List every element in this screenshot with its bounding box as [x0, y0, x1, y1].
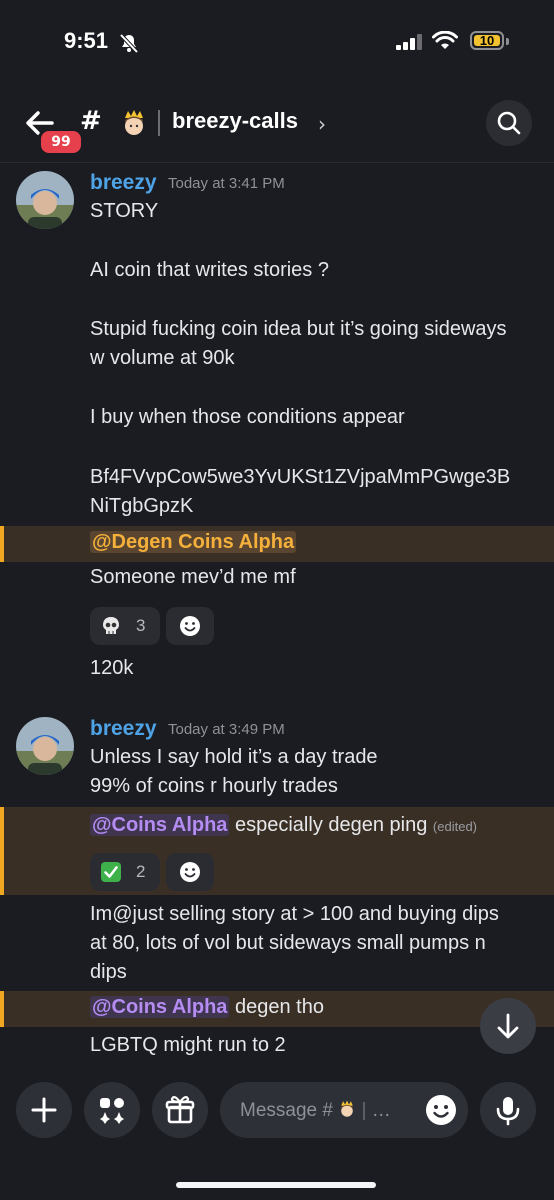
home-indicator[interactable]	[176, 1182, 376, 1188]
channel-header: 99 # breezy-calls ›	[0, 86, 554, 163]
message-line: Someone mev’d me mf	[90, 566, 296, 588]
arrow-down-icon	[497, 1013, 519, 1039]
role-mention[interactable]: @Coins Alpha	[90, 814, 230, 836]
wifi-icon	[432, 31, 458, 49]
message-composer: Message # | …	[0, 1068, 554, 1200]
mention-highlight: @Degen Coins Alpha	[0, 526, 554, 562]
cellular-signal-icon	[396, 34, 422, 50]
message-line: at 80, lots of vol but sideways small pu…	[90, 932, 486, 954]
voice-message-button[interactable]	[480, 1082, 536, 1138]
contract-address-line: Bf4FVvpCow5we3YvUKSt1ZVjpaMmPGwge3B	[90, 466, 511, 488]
message-line: I buy when those conditions appear	[90, 406, 405, 428]
message-line: 99% of coins r hourly trades	[90, 775, 338, 797]
channel-name[interactable]: breezy-calls	[172, 108, 298, 134]
message-line: AI coin that writes stories ?	[90, 259, 329, 281]
smiley-plus-icon	[180, 616, 200, 636]
search-icon	[497, 111, 521, 135]
chevron-right-icon[interactable]: ›	[318, 112, 326, 136]
channel-hash-icon: #	[80, 106, 102, 136]
silent-bell-icon	[119, 33, 139, 54]
search-button[interactable]	[486, 100, 532, 146]
mention-highlight: @Coins Alpha especially degen ping (edit…	[0, 807, 554, 895]
reaction-skull[interactable]: 3	[90, 607, 160, 645]
role-mention[interactable]: @Coins Alpha	[90, 996, 230, 1018]
clock: 9:51	[64, 28, 109, 53]
contract-address-line: NiTgbGpzK	[90, 495, 194, 517]
message-line: Unless I say hold it’s a day trade	[90, 746, 378, 768]
check-mark-icon	[101, 862, 121, 882]
placeholder-ellipsis: …	[371, 1100, 391, 1121]
prince-emoji-icon	[125, 110, 143, 135]
emoji-picker-icon[interactable]	[424, 1093, 458, 1127]
gift-button[interactable]	[152, 1082, 208, 1138]
message-timestamp: Today at 3:49 PM	[168, 721, 285, 738]
sparkle-apps-icon	[100, 1098, 124, 1124]
message-list[interactable]: breezy Today at 3:41 PM STORY AI coin th…	[0, 163, 554, 1067]
apps-button[interactable]	[84, 1082, 140, 1138]
avatar[interactable]	[16, 717, 74, 775]
battery-tip	[506, 38, 509, 45]
message-line: LGBTQ might run to 2	[90, 1034, 286, 1056]
mention-highlight: @Coins Alpha degen tho	[0, 991, 554, 1027]
status-bar: 9:51 10	[0, 0, 554, 86]
plus-icon	[31, 1097, 57, 1123]
add-reaction-button[interactable]	[166, 853, 214, 891]
message-line: Im@just selling story at > 100 and buyin…	[90, 903, 499, 925]
header-divider	[158, 110, 160, 136]
reaction-check[interactable]: 2	[90, 853, 160, 891]
message-line: dips	[90, 961, 127, 983]
message-line: Stupid fucking coin idea but it’s going …	[90, 318, 507, 340]
battery-indicator: 10	[470, 31, 504, 50]
message-line: STORY	[90, 200, 159, 222]
message-timestamp: Today at 3:41 PM	[168, 175, 285, 192]
attach-button[interactable]	[16, 1082, 72, 1138]
message-input[interactable]: Message # | …	[220, 1082, 468, 1138]
microphone-icon	[496, 1097, 520, 1126]
message-line: w volume at 90k	[90, 347, 235, 369]
message-author[interactable]: breezy	[90, 171, 157, 195]
prince-emoji-icon	[341, 1100, 354, 1117]
message-line: 120k	[90, 657, 134, 679]
jump-to-latest-button[interactable]	[480, 998, 536, 1054]
unread-count-badge: 99	[38, 128, 84, 156]
avatar[interactable]	[16, 171, 74, 229]
add-reaction-button[interactable]	[166, 607, 214, 645]
message-text: degen tho	[229, 996, 324, 1018]
skull-icon	[103, 617, 119, 634]
reaction-count: 3	[136, 616, 146, 635]
gift-icon	[165, 1095, 195, 1124]
edited-label: (edited)	[432, 819, 477, 834]
message-placeholder: Message #	[240, 1100, 333, 1121]
role-mention[interactable]: @Degen Coins Alpha	[90, 531, 297, 553]
smiley-plus-icon	[180, 862, 200, 882]
message-text: especially degen ping	[229, 814, 428, 836]
reaction-count: 2	[136, 862, 146, 881]
message-author[interactable]: breezy	[90, 717, 157, 741]
